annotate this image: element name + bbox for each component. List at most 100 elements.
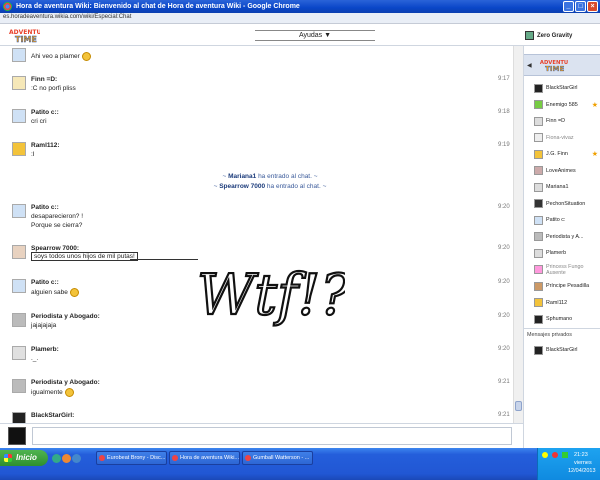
sidebar-user-status: Ausente (546, 269, 566, 276)
quicklaunch-icon[interactable] (62, 454, 71, 463)
chat-log: Ahi veo a plamer Finn =D: :C no porfi pl… (0, 46, 523, 423)
avatar (534, 199, 543, 208)
message-text: Ahi veo a plamer (31, 52, 91, 61)
chat-scrollbar[interactable] (513, 46, 523, 423)
join-user[interactable]: Mariana1 (228, 173, 256, 180)
sidebar-user[interactable]: Finn =D (534, 115, 600, 127)
help-menu[interactable]: Ayudas ▼ (255, 30, 375, 41)
taskbar-item[interactable]: Eurobeat Brony - Disc... (96, 451, 167, 465)
join-notice: ~ Mariana1 ha entrado al chat. ~ (222, 173, 318, 180)
sidebar-user[interactable]: LoveAnimes (534, 165, 600, 177)
quicklaunch-icon[interactable] (72, 454, 81, 463)
message-user[interactable]: Patito c:: (31, 109, 59, 116)
maximize-button[interactable]: □ (575, 1, 586, 12)
sidebar-user[interactable]: Periodista y A... (534, 231, 600, 243)
message-user[interactable]: Patito c:: (31, 204, 59, 211)
sidebar-user-name: Fiona-vivaz (546, 134, 574, 141)
message-user[interactable]: Periodista y Abogado: (31, 313, 100, 320)
avatar (12, 379, 26, 393)
sidebar-user-name: Finn =D (546, 118, 566, 124)
message-user[interactable]: BlackStarGirl: (31, 412, 74, 419)
sidebar-user[interactable]: J.G. Finn ★ (534, 148, 600, 160)
message-user[interactable]: Patito c:: (31, 279, 59, 286)
taskbar: Inicio Eurobeat Brony - Disc... Hora de … (0, 448, 600, 480)
scroll-thumb[interactable] (515, 401, 522, 411)
avatar (534, 281, 543, 291)
avatar (525, 31, 534, 40)
sidebar-user[interactable]: Sphumano (534, 313, 600, 325)
join-user[interactable]: Spearrow 7000 (219, 183, 265, 190)
message-user[interactable]: Plamerb: (31, 346, 59, 353)
message-text: soys todos unos hijos de mil putas! (31, 252, 138, 261)
sidebar-user[interactable]: Mariana1 (534, 181, 600, 193)
avatar (534, 166, 543, 175)
sidebar-user[interactable]: Plamerb (534, 247, 600, 259)
minimize-button[interactable]: _ (563, 1, 574, 12)
svg-text:TIME: TIME (545, 65, 564, 72)
sidebar-user[interactable]: Raml112 (534, 297, 600, 309)
sidebar-wiki-header[interactable]: ◀ ADVENTURE TIME (524, 54, 600, 76)
chat-input[interactable] (32, 427, 512, 445)
avatar (8, 427, 26, 445)
sidebar-user[interactable]: PechonSituation (534, 198, 600, 210)
avatar (534, 345, 543, 355)
current-user[interactable]: Zero Gravity (525, 31, 572, 40)
sidebar-user-name: PechonSituation (546, 200, 586, 207)
avatar (12, 48, 26, 62)
start-button[interactable]: Inicio (0, 450, 48, 466)
avatar (12, 109, 26, 123)
avatar (534, 83, 543, 93)
sidebar-user-name: Príncipe Pesadilla (546, 283, 590, 289)
message-time: 9:21 (498, 412, 510, 418)
clock-time[interactable]: 21:23 (574, 452, 588, 458)
sidebar-user[interactable]: Príncipe Pesadilla (534, 280, 600, 292)
message-user[interactable]: Spearrow 7000: (31, 245, 79, 252)
clock-day: viernes (574, 460, 592, 466)
message-user[interactable]: Finn =D: (31, 76, 57, 83)
sidebar-user-name: Raml112 (546, 299, 568, 306)
avatar (534, 314, 543, 324)
sidebar-user[interactable]: BlackStarGirl (534, 82, 600, 94)
private-messages-label: Mensajes privados (527, 332, 572, 338)
tray-icon[interactable] (562, 452, 568, 458)
quicklaunch-icon[interactable] (52, 454, 61, 463)
avatar (12, 346, 26, 360)
message-time: 9:18 (498, 109, 510, 115)
system-tray: 21:23 viernes 12/04/2013 (537, 448, 600, 480)
message-time: 9:21 (498, 379, 510, 385)
screen: Hora de aventura Wiki: Bienvenido al cha… (0, 0, 600, 480)
clock-date: 12/04/2013 (568, 468, 596, 474)
tray-icon[interactable] (552, 452, 558, 458)
avatar (534, 248, 543, 258)
message-text: igualmente (31, 388, 74, 397)
address-bar[interactable]: es.horadeaventura.wikia.com/wiki/Especia… (0, 13, 600, 24)
message-user[interactable]: Raml112: (31, 142, 60, 149)
message-text: ._. (31, 355, 39, 362)
sidebar-user-name: Patito c: (546, 217, 566, 223)
avatar (534, 265, 543, 274)
collapse-icon[interactable]: ◀ (527, 62, 532, 69)
message-text: :C no porfi pliss (31, 85, 76, 92)
url-text: es.horadeaventura.wikia.com/wiki/Especia… (3, 14, 132, 20)
tray-icon[interactable] (542, 452, 548, 458)
message-time: 9:17 (498, 76, 510, 82)
message-time: 9:20 (498, 313, 510, 319)
taskbar-item[interactable]: Gumball Watterson - ... (242, 451, 313, 465)
message-user[interactable]: Periodista y Abogado: (31, 379, 100, 386)
join-notice: ~ Spearrow 7000 ha entrado al chat. ~ (213, 183, 327, 190)
star-icon: ★ (591, 101, 598, 109)
adventure-time-logo[interactable]: ADVENTURE TIME (8, 27, 40, 43)
message-time: 9:20 (498, 204, 510, 210)
smiley-icon (64, 388, 74, 397)
message-text: alguien sabe (31, 288, 79, 297)
private-user[interactable]: BlackStarGirl (534, 344, 600, 356)
sidebar-user[interactable]: Princess Fungo Ausente (534, 264, 600, 276)
sidebar-user[interactable]: Patito c: (534, 214, 600, 226)
avatar (534, 182, 543, 192)
sidebar-user[interactable]: Fiona-vivaz (534, 132, 600, 144)
sidebar-user[interactable]: Enemigo 585 ★ (534, 99, 600, 111)
taskbar-item[interactable]: Hora de aventura Wiki... (169, 451, 240, 465)
close-button[interactable]: × (587, 1, 598, 12)
current-user-name: Zero Gravity (537, 32, 573, 39)
avatar (12, 313, 26, 327)
